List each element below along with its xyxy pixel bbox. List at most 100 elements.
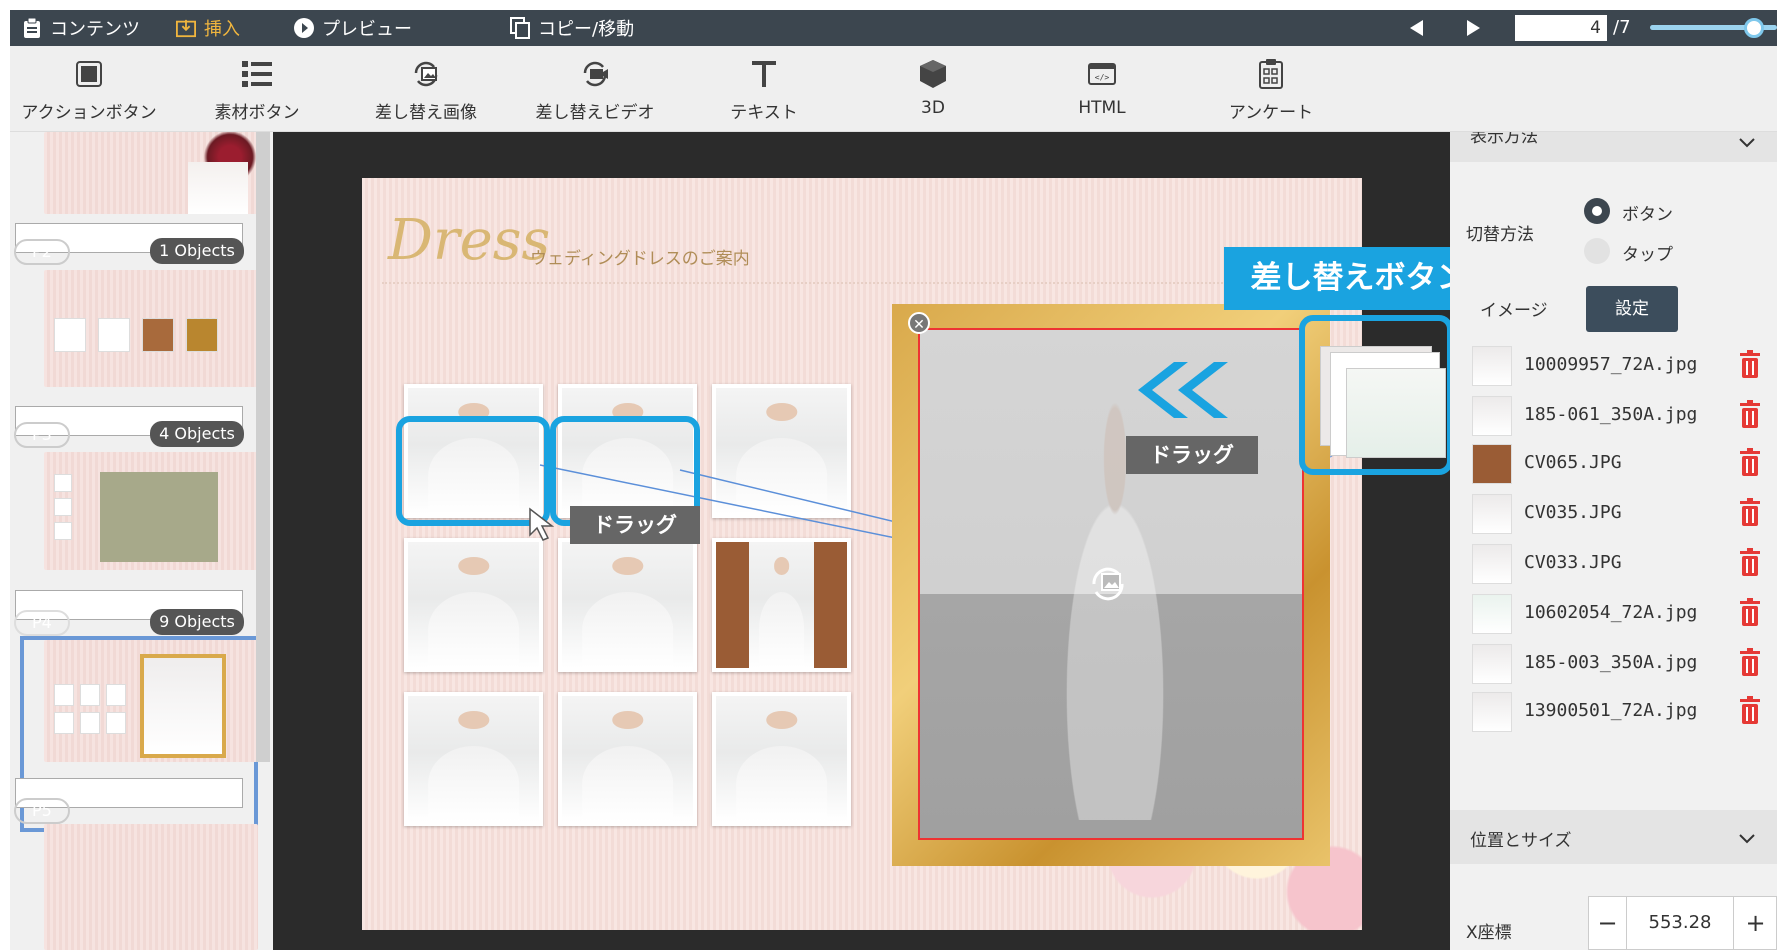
file-thumbnail — [1472, 544, 1512, 584]
radio-button-option[interactable] — [1584, 198, 1610, 224]
set-button[interactable]: 設定 — [1586, 286, 1678, 332]
mini-photo — [54, 522, 72, 540]
position-size-header[interactable]: 位置とサイズ — [1450, 810, 1777, 864]
file-name: 185-003_350A.jpg — [1524, 652, 1698, 673]
increment-button[interactable]: + — [1733, 897, 1777, 949]
3d-tool[interactable]: 3D — [848, 54, 1018, 118]
material-button-tool[interactable]: 素材ボタン — [172, 54, 342, 123]
option-tap-label: タップ — [1622, 245, 1673, 265]
drag-source-highlight-1 — [396, 416, 550, 526]
page-number-input[interactable]: 4 — [1515, 15, 1607, 41]
position-size-label: 位置とサイズ — [1470, 831, 1572, 851]
insert-toolbar: アクションボタン 素材ボタン 差し替え画像 差し替えビデオ テキスト 3D </… — [10, 46, 1777, 132]
file-row[interactable]: 185-003_350A.jpg — [1472, 642, 1772, 686]
text-tool[interactable]: テキスト — [679, 54, 849, 123]
file-thumbnail — [1472, 594, 1512, 634]
trash-icon[interactable] — [1738, 548, 1762, 578]
trash-icon[interactable] — [1738, 696, 1762, 726]
dress-photo-5[interactable] — [558, 538, 697, 672]
cube-icon — [848, 54, 1018, 94]
page-thumbnail[interactable] — [44, 132, 258, 214]
file-row[interactable]: CV035.JPG — [1472, 492, 1772, 536]
x-coordinate-label: X座標 — [1466, 923, 1512, 943]
trash-icon[interactable] — [1738, 400, 1762, 430]
action-button-tool[interactable]: アクションボタン — [4, 54, 174, 123]
material-button-label: 素材ボタン — [214, 103, 300, 123]
dress-photo-7[interactable] — [404, 692, 543, 826]
text-icon — [679, 54, 849, 94]
clipboard-icon — [22, 18, 42, 38]
page-thumbnail-panel: P2 1 Objects P3 4 Objects P4 9 Objects P… — [10, 132, 273, 950]
file-row[interactable]: 185-061_350A.jpg — [1472, 394, 1772, 438]
trash-icon[interactable] — [1738, 350, 1762, 380]
file-name: 185-061_350A.jpg — [1524, 404, 1698, 425]
file-row[interactable]: 10602054_72A.jpg — [1472, 592, 1772, 636]
3d-label: 3D — [921, 98, 945, 118]
file-row[interactable]: CV065.JPG — [1472, 442, 1772, 486]
file-name: 10602054_72A.jpg — [1524, 602, 1698, 623]
text-label: テキスト — [730, 103, 798, 123]
page-thumbnail-p4[interactable] — [44, 640, 258, 762]
zoom-slider-handle[interactable] — [1744, 18, 1765, 38]
file-row[interactable]: 13900501_72A.jpg — [1472, 690, 1772, 734]
preview-menu[interactable]: プレビュー — [294, 10, 412, 46]
radio-tap-option[interactable] — [1584, 238, 1610, 264]
trash-icon[interactable] — [1738, 448, 1762, 478]
dress-photo-4[interactable] — [404, 538, 543, 672]
dress-photo-8[interactable] — [558, 692, 697, 826]
dress-photo-9[interactable] — [712, 692, 851, 826]
file-name: CV035.JPG — [1524, 502, 1622, 523]
contents-menu[interactable]: コンテンツ — [22, 10, 140, 46]
drag-label-1: ドラッグ — [570, 506, 700, 544]
file-row[interactable]: 10009957_72A.jpg — [1472, 344, 1772, 388]
zoom-slider[interactable] — [1650, 18, 1777, 38]
file-thumbnail — [1472, 494, 1512, 534]
file-thumbnail — [1472, 396, 1512, 436]
copy-move-menu[interactable]: コピー/移動 — [510, 10, 634, 46]
display-method-header[interactable]: 表示方法 — [1450, 132, 1777, 162]
prev-page-button[interactable] — [1410, 10, 1424, 46]
dress-photo-6[interactable] — [712, 538, 851, 672]
thumbnail-scrollbar[interactable] — [256, 132, 270, 762]
mouse-cursor-icon — [529, 507, 555, 541]
file-name: CV065.JPG — [1524, 452, 1622, 473]
dress-photo-3[interactable] — [712, 384, 851, 518]
swap-image-icon[interactable] — [1086, 562, 1130, 606]
html-tool[interactable]: </> HTML — [1017, 54, 1187, 118]
page-thumbnail-p3[interactable] — [44, 452, 258, 570]
insert-menu[interactable]: 挿入 — [176, 10, 240, 46]
mini-photo — [54, 684, 74, 706]
mini-photo — [142, 318, 174, 352]
page-thumbnail-p5[interactable] — [44, 824, 258, 950]
swap-video-label: 差し替えビデオ — [535, 103, 655, 123]
swap-image-tool[interactable]: 差し替え画像 — [341, 54, 511, 123]
file-thumbnail — [1472, 692, 1512, 732]
trash-icon[interactable] — [1738, 498, 1762, 528]
trash-icon[interactable] — [1738, 598, 1762, 628]
decrement-button[interactable]: − — [1589, 897, 1627, 949]
file-name: 10009957_72A.jpg — [1524, 354, 1698, 375]
triangle-right-icon — [1467, 20, 1480, 36]
chevron-down-icon — [1739, 834, 1755, 844]
file-name: 13900501_72A.jpg — [1524, 700, 1698, 721]
bride-photo — [188, 162, 248, 214]
page-thumbnail-p2[interactable] — [44, 270, 258, 387]
close-icon[interactable]: ✕ — [908, 312, 930, 334]
file-row[interactable]: CV033.JPG — [1472, 542, 1772, 586]
swap-video-tool[interactable]: 差し替えビデオ — [510, 54, 680, 123]
double-chevron-left-icon — [1138, 362, 1228, 418]
survey-tool[interactable]: アンケート — [1186, 54, 1356, 123]
x-coordinate-input[interactable]: 553.28 — [1627, 897, 1733, 949]
mini-card — [100, 472, 218, 562]
mini-photo — [106, 684, 126, 706]
trash-icon[interactable] — [1738, 648, 1762, 678]
next-page-button[interactable] — [1466, 10, 1480, 46]
page-tag-p4: P4 — [14, 610, 70, 636]
list-icon — [172, 54, 342, 94]
page-tag-p3: P3 — [14, 422, 70, 448]
contents-label: コンテンツ — [50, 19, 140, 40]
mini-photo — [186, 318, 218, 352]
play-icon — [294, 18, 314, 38]
mini-photo — [54, 712, 74, 734]
swap-button-highlight — [1299, 315, 1453, 475]
